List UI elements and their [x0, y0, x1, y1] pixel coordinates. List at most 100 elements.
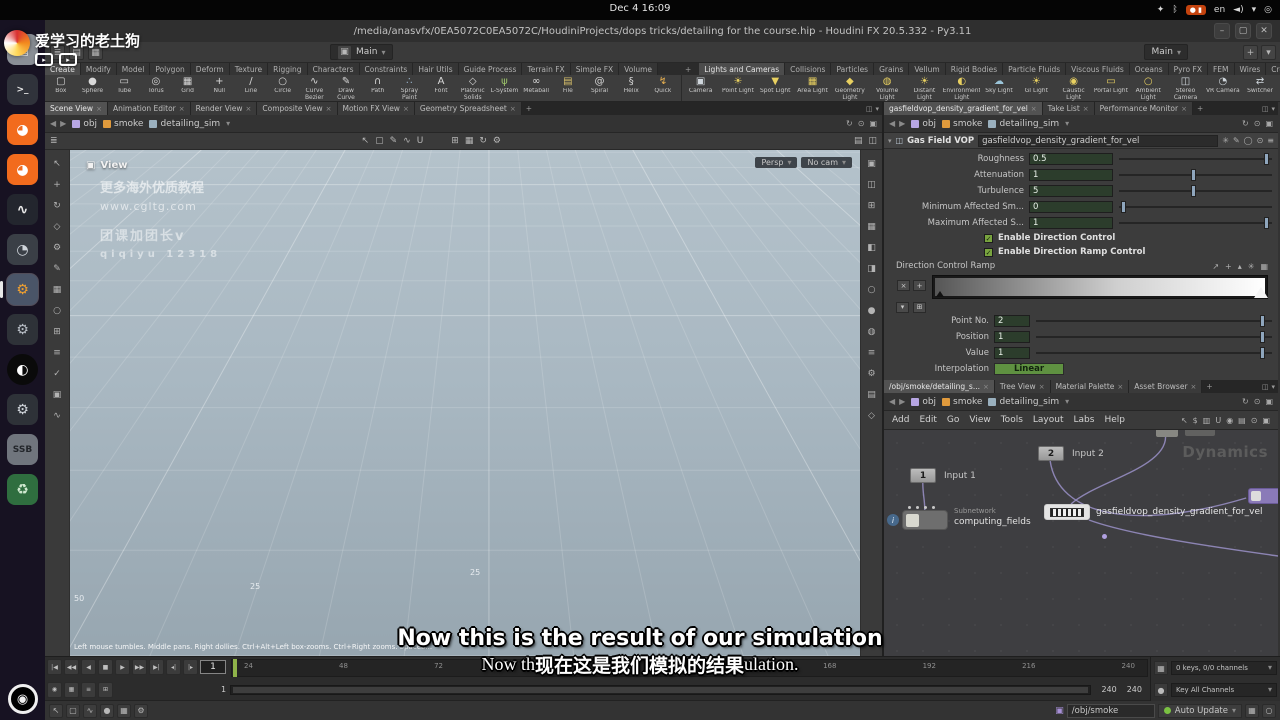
keys-status-dropdown[interactable]: 0 keys, 0/0 channels ▾ — [1171, 661, 1277, 675]
shelf-tab[interactable]: Rigging — [268, 63, 308, 75]
shelf-tab[interactable]: Lights and Cameras — [699, 63, 786, 75]
zoom-icon[interactable]: ⊙ — [1251, 416, 1258, 425]
network-canvas[interactable]: Dynamics 2 Input 2 1 Input 1 i Subnetwor… — [884, 430, 1278, 656]
step-prev-frame-button[interactable]: ◂| — [166, 659, 181, 675]
playhead[interactable] — [233, 659, 237, 677]
desktop-add-icon[interactable]: + — [1243, 45, 1258, 60]
shelf-tool[interactable]: ◎ Torus — [140, 75, 172, 101]
parameter-slider[interactable] — [1036, 331, 1272, 343]
pane-tab[interactable]: Render View × — [190, 102, 258, 115]
split-icon[interactable]: ◫ — [867, 180, 876, 190]
menu-item[interactable]: Tools — [1001, 415, 1023, 425]
panel-icon[interactable]: ▤ — [1238, 416, 1246, 425]
breadcrumb[interactable]: smoke — [940, 119, 984, 129]
select-arrow-icon[interactable]: ↖ — [362, 136, 370, 146]
node-computing-fields[interactable] — [902, 510, 948, 530]
pin-icon[interactable]: ⊙ — [1254, 119, 1261, 128]
checkbox[interactable]: ✓ — [984, 233, 993, 243]
slider-handle[interactable] — [1259, 315, 1265, 327]
houdini-app-icon-2[interactable]: ◕ — [7, 154, 38, 185]
check-tool-icon[interactable]: ✓ — [53, 369, 61, 379]
tab-close-icon[interactable]: × — [179, 105, 185, 113]
slider-handle[interactable] — [1190, 185, 1196, 197]
menu-item[interactable]: Add — [892, 415, 909, 425]
diamond-icon[interactable]: ◇ — [868, 411, 875, 421]
prev-keyframe-button[interactable]: ◀◀ — [64, 659, 79, 675]
shelf-tab[interactable]: Polygon — [150, 63, 191, 75]
pin-icon[interactable]: ⊙ — [1254, 397, 1261, 406]
snap-tool-icon[interactable]: ⊞ — [53, 327, 61, 337]
context-path-field[interactable]: /obj/smoke — [1066, 703, 1155, 718]
shelf-tab[interactable]: Guide Process — [458, 63, 523, 75]
shelf-tab[interactable]: Volume — [619, 63, 659, 75]
ramp-key-marker[interactable] — [936, 291, 944, 297]
input-node-badge[interactable]: 2 — [1038, 446, 1064, 461]
audio-icon[interactable]: ≡ — [81, 681, 96, 698]
tab-close-icon[interactable]: × — [1039, 383, 1045, 391]
add-point-icon[interactable]: + — [1225, 262, 1232, 271]
power-icon[interactable]: ◎ — [1264, 5, 1272, 15]
tab-close-icon[interactable]: × — [96, 105, 102, 113]
link-icon[interactable]: ▣ — [869, 119, 877, 128]
menu-item[interactable]: Labs — [1074, 415, 1095, 425]
shelf-tab[interactable]: FEM — [1207, 63, 1235, 75]
refresh-icon[interactable]: ↻ — [846, 119, 853, 128]
add-pane-tab-button[interactable]: + — [1193, 102, 1207, 115]
parameter-slider[interactable] — [1036, 315, 1272, 327]
nav-forward-icon[interactable]: ▶ — [60, 119, 66, 128]
tab-close-icon[interactable]: × — [326, 105, 332, 113]
shelf-tool[interactable]: ψ L-System — [489, 75, 521, 101]
refresh-icon[interactable]: ↻ — [479, 136, 487, 146]
language-indicator[interactable]: en — [1214, 5, 1225, 15]
slider-handle[interactable] — [1259, 331, 1265, 343]
add-pane-tab-button[interactable]: + — [1202, 380, 1216, 393]
pane-tab[interactable]: Tree View × — [994, 380, 1051, 393]
path-menu-icon[interactable]: ▾ — [1065, 397, 1069, 406]
collapse-twirl-icon[interactable]: ▾ — [888, 137, 892, 145]
audio-wave-app-icon[interactable]: ∿ — [7, 194, 38, 225]
range-options-icon[interactable]: ⊞ — [98, 681, 113, 698]
pointer-icon[interactable]: ↖ — [1181, 416, 1188, 425]
nav-back-icon[interactable]: ◀ — [889, 119, 895, 128]
pane-tab[interactable]: Animation Editor × — [107, 102, 191, 115]
volume-icon[interactable]: ◄) — [1233, 5, 1243, 15]
menu-item[interactable]: View — [969, 415, 990, 425]
input-node-badge[interactable]: 1 — [910, 468, 936, 483]
desktop-selector-right[interactable]: Main ▾ — [1144, 44, 1188, 60]
next-keyframe-button[interactable]: ▶▶ — [132, 659, 147, 675]
shelf-tab[interactable]: Pyro FX — [1168, 63, 1208, 75]
tab-close-icon[interactable]: × — [1117, 383, 1123, 391]
terminal-app-icon[interactable]: >_ — [7, 74, 38, 105]
shelf-tool[interactable]: ◔ VR Camera — [1204, 75, 1241, 101]
target-icon[interactable]: ⊙ — [1257, 136, 1264, 145]
pane-tab[interactable]: Performance Monitor × — [1094, 102, 1193, 115]
raise-point-icon[interactable]: ▴ — [1238, 262, 1242, 271]
range-start-field[interactable]: 1 — [221, 685, 226, 694]
tab-close-icon[interactable]: × — [1031, 105, 1037, 113]
pane-tab[interactable]: Geometry Spreadsheet × — [414, 102, 522, 115]
maximize-button[interactable]: ▢ — [1235, 23, 1251, 39]
menu-item[interactable]: Edit — [919, 415, 936, 425]
keyboard-layout-icon[interactable]: ✦ — [1157, 5, 1165, 15]
key-record-icon[interactable]: ● — [1154, 683, 1168, 697]
pane-menu-icon[interactable]: ▾ — [1271, 105, 1275, 113]
parameter-slider[interactable] — [1119, 153, 1272, 165]
parameter-slider[interactable] — [1036, 347, 1272, 359]
slider-handle[interactable] — [1264, 153, 1270, 165]
split-view-icon[interactable]: ◫ — [868, 136, 877, 146]
settings-gear-app-icon[interactable]: ⚙ — [0, 274, 38, 305]
shelf-tab[interactable]: Collisions — [785, 63, 832, 75]
shelf-tool[interactable]: ↯ Quick — [647, 75, 679, 101]
shelf-tool[interactable]: A Font — [425, 75, 457, 101]
pane-menu-icon[interactable]: ▾ — [875, 105, 879, 113]
add-pane-tab-button[interactable]: + — [522, 102, 536, 115]
breadcrumb[interactable]: detailing_sim — [986, 119, 1061, 129]
pane-tab[interactable]: Motion FX View × — [337, 102, 415, 115]
shelf-tab[interactable]: Crowds — [1266, 63, 1280, 75]
gear-app-icon-3[interactable]: ⚙ — [7, 394, 38, 425]
ssb-app-icon[interactable]: SSB — [7, 434, 38, 465]
shelf-tool[interactable]: ▣ Camera — [682, 75, 719, 101]
slider-handle[interactable] — [1259, 347, 1265, 359]
ramp-delete-point-button[interactable]: × — [897, 280, 910, 291]
stop-button[interactable]: ■ — [98, 659, 113, 675]
